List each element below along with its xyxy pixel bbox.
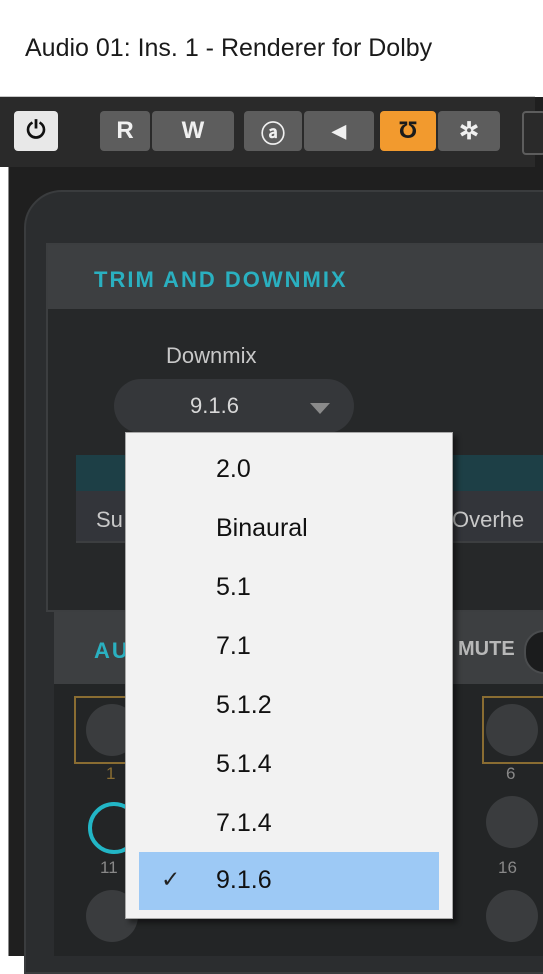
checkmark-icon: ✓ (161, 866, 181, 892)
a-icon: ⓐ (261, 120, 285, 148)
menu-item-label: 7.1 (216, 632, 251, 660)
downmix-dropdown-menu: 2.0 Binaural 5.1 7.1 5.1.2 5.1.4 7.1.4 ✓… (125, 432, 453, 919)
back-button[interactable]: ◀ (304, 111, 374, 151)
menu-item-7-1[interactable]: 7.1 (126, 618, 452, 676)
read-button[interactable]: R (100, 111, 150, 151)
trim-panel-title: TRIM AND DOWNMIX (94, 267, 348, 292)
toolbar: ⏻ R W ⓐ ◀ Ʊ ✲ (0, 97, 543, 167)
menu-item-label: 9.1.6 (216, 866, 272, 894)
menu-item-label: 5.1.4 (216, 750, 272, 778)
chevron-down-icon (310, 403, 330, 414)
menu-item-label: 7.1.4 (216, 809, 272, 837)
downmix-select[interactable]: 9.1.6 (114, 379, 354, 433)
mute-label: MUTE (458, 638, 515, 660)
power-icon: ⏻ (26, 117, 46, 144)
menu-item-label: Binaural (216, 514, 308, 542)
channel-number: 6 (506, 764, 516, 783)
channel-object[interactable] (486, 704, 538, 756)
channel-object[interactable] (486, 796, 538, 848)
menu-item-binaural[interactable]: Binaural (126, 500, 452, 558)
power-button[interactable]: ⏻ (14, 111, 58, 151)
menu-item-label: 5.1.2 (216, 691, 272, 719)
trim-panel-header: TRIM AND DOWNMIX (48, 245, 543, 309)
menu-item-5-1[interactable]: 5.1 (126, 559, 452, 617)
overflow-button[interactable] (522, 111, 543, 155)
window-title: Audio 01: Ins. 1 - Renderer for Dolby (25, 34, 433, 62)
write-button[interactable]: W (152, 111, 234, 151)
channel-object[interactable] (486, 890, 538, 942)
menu-item-5-1-2[interactable]: 5.1.2 (126, 677, 452, 735)
gear-icon: ✲ (458, 117, 480, 145)
overhead-label: Overhe (452, 507, 525, 532)
settings-button[interactable]: ✲ (438, 111, 500, 151)
write-button-label: W (181, 117, 205, 144)
menu-item-7-1-4[interactable]: 7.1.4 (126, 795, 452, 853)
channel-number: 11 (100, 858, 118, 877)
menu-item-label: 2.0 (216, 455, 251, 483)
menu-item-2-0[interactable]: 2.0 (126, 441, 452, 499)
read-button-label: R (116, 117, 134, 144)
menu-item-9-1-6-selected[interactable]: ✓ 9.1.6 (139, 852, 439, 910)
downmix-label: Downmix (166, 343, 257, 368)
sub-label: Su (96, 507, 123, 532)
menu-item-label: 5.1 (216, 573, 251, 601)
menu-item-5-1-4[interactable]: 5.1.4 (126, 736, 452, 794)
routing-button[interactable]: Ʊ (380, 111, 436, 151)
routing-icon: Ʊ (398, 117, 418, 144)
downmix-value: 9.1.6 (190, 393, 239, 418)
arrow-left-icon: ◀ (332, 120, 346, 141)
window-titlebar: Audio 01: Ins. 1 - Renderer for Dolby (0, 0, 535, 97)
auto-button[interactable]: ⓐ (244, 111, 302, 151)
channel-number: 16 (498, 858, 517, 877)
mute-button[interactable] (524, 630, 543, 674)
channel-number: 1 (106, 764, 116, 783)
